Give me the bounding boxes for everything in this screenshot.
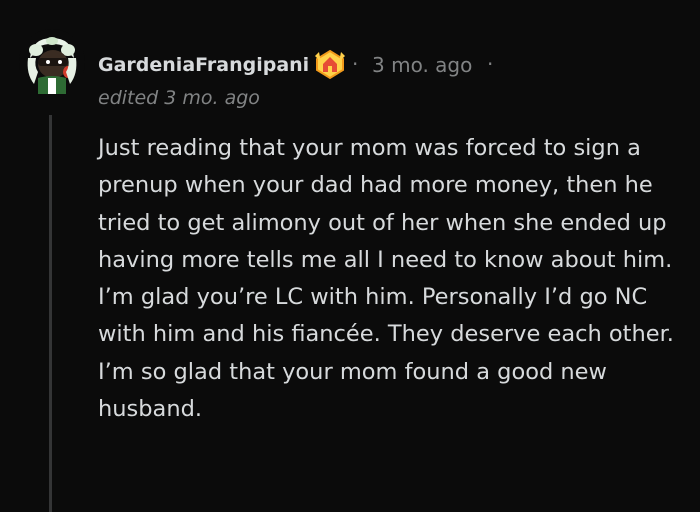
meta-separator: · bbox=[352, 52, 359, 76]
achievement-badge-icon bbox=[315, 49, 345, 80]
comment-body: Just reading that your mom was forced to… bbox=[98, 135, 674, 423]
thread-line[interactable] bbox=[49, 115, 52, 512]
user-avatar-icon bbox=[19, 29, 85, 95]
comment-timestamp[interactable]: 3 mo. ago bbox=[372, 50, 472, 80]
edited-label: edited 3 mo. ago bbox=[98, 87, 260, 109]
user-avatar[interactable] bbox=[18, 28, 86, 96]
achievement-badge[interactable] bbox=[313, 48, 347, 80]
meta-separator: · bbox=[487, 52, 494, 76]
comment-author[interactable]: GardeniaFrangipani bbox=[98, 50, 309, 80]
